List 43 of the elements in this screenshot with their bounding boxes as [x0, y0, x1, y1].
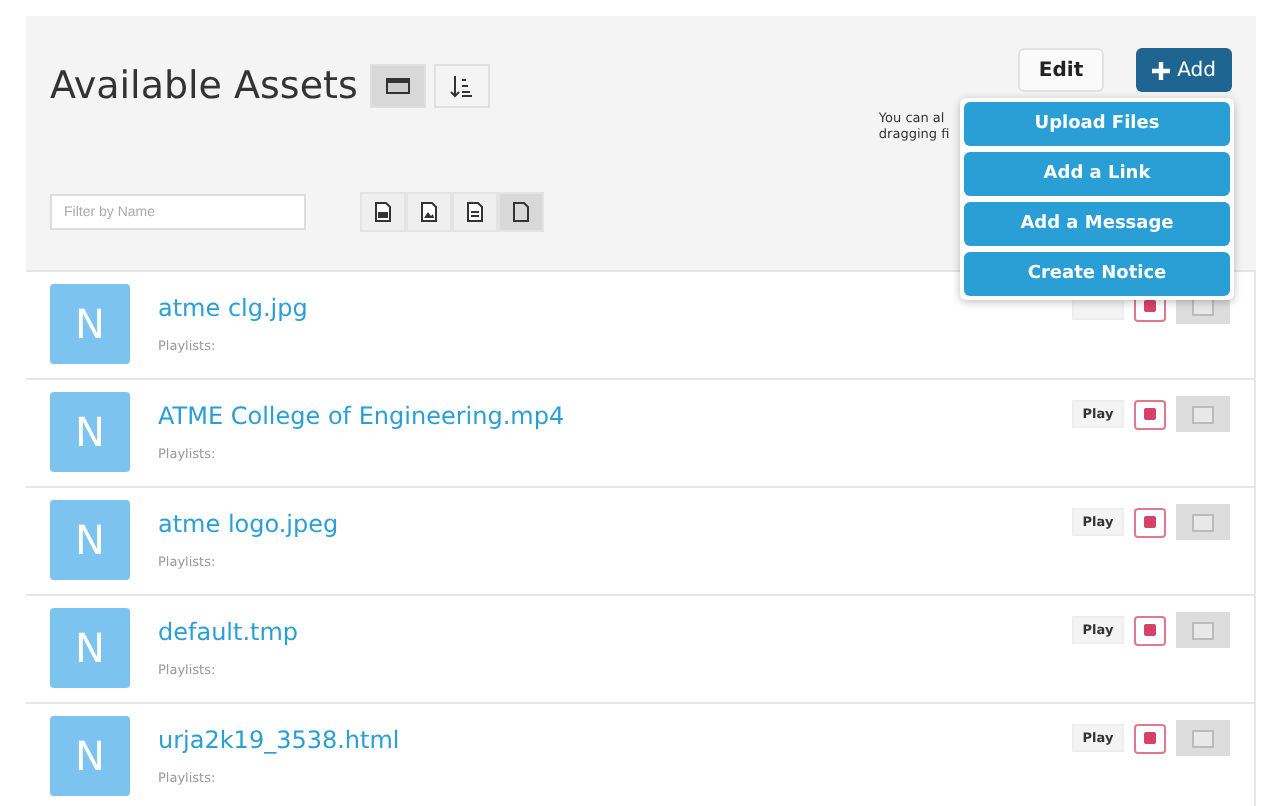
sort-icon	[450, 75, 473, 97]
type-filter-button[interactable]	[498, 192, 544, 232]
asset-name-link[interactable]: atme clg.jpg	[158, 294, 1044, 322]
stop-icon	[1144, 408, 1156, 420]
type-filter-button[interactable]	[452, 192, 498, 232]
asset-name-link[interactable]: ATME College of Engineering.mp4	[158, 402, 1044, 430]
image-file-icon	[420, 202, 438, 222]
video-file-icon	[374, 202, 392, 222]
delete-button[interactable]	[1134, 507, 1166, 537]
select-checkbox[interactable]	[1176, 612, 1230, 648]
document-icon	[466, 202, 484, 222]
asset-avatar: N	[50, 500, 130, 580]
asset-name-link[interactable]: urja2k19_3538.html	[158, 726, 1044, 754]
menu-item[interactable]: Upload Files	[964, 102, 1230, 146]
menu-item[interactable]: Create Notice	[964, 252, 1230, 296]
file-icon	[512, 202, 530, 222]
select-checkbox[interactable]	[1176, 396, 1230, 432]
page-title: Available Assets	[50, 64, 358, 108]
select-checkbox[interactable]	[1176, 720, 1230, 756]
asset-name-link[interactable]: atme logo.jpeg	[158, 510, 1044, 538]
stop-icon	[1144, 732, 1156, 744]
grid-view-toggle[interactable]	[369, 64, 426, 108]
plus-icon	[1151, 61, 1170, 79]
asset-avatar: N	[50, 392, 130, 472]
asset-avatar: N	[50, 608, 130, 688]
asset-avatar: N	[50, 284, 130, 364]
stop-icon	[1144, 300, 1156, 312]
select-checkbox[interactable]	[1176, 504, 1230, 540]
menu-item[interactable]: Add a Link	[964, 152, 1230, 196]
stop-icon	[1144, 516, 1156, 528]
stop-icon	[1144, 624, 1156, 636]
type-filter-button[interactable]	[406, 192, 452, 232]
delete-button[interactable]	[1134, 399, 1166, 429]
asset-avatar: N	[50, 716, 130, 796]
delete-button[interactable]	[1134, 615, 1166, 645]
type-filter-button[interactable]	[360, 192, 406, 232]
menu-item[interactable]: Add a Message	[964, 202, 1230, 246]
sort-toggle[interactable]	[433, 64, 490, 108]
grid-view-icon	[385, 78, 410, 94]
edit-button[interactable]: Edit	[1018, 48, 1104, 92]
delete-button[interactable]	[1134, 723, 1166, 753]
add-button[interactable]: Add	[1135, 48, 1232, 92]
asset-name-link[interactable]: default.tmp	[158, 618, 1044, 646]
